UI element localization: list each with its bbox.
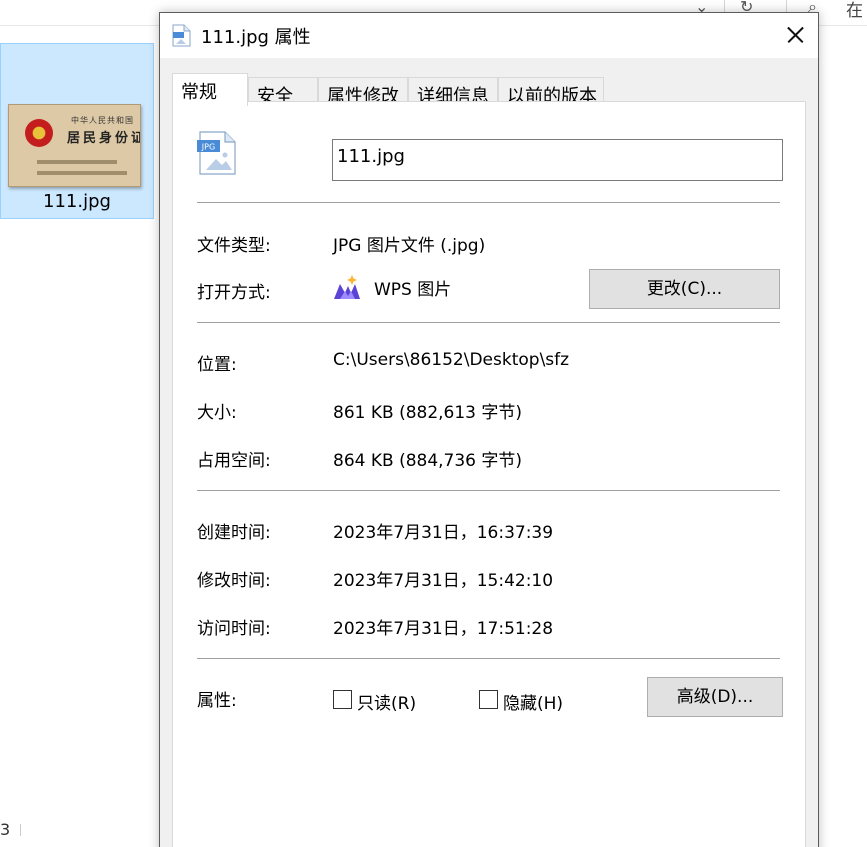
divider [197, 490, 780, 491]
hidden-checkbox[interactable] [479, 690, 498, 709]
created-label: 创建时间: [197, 523, 271, 543]
divider [197, 202, 780, 203]
file-name-input[interactable]: 111.jpg [332, 139, 783, 181]
hidden-checkbox-label[interactable]: 隐藏(H) [503, 689, 563, 714]
open-with-value: WPS 图片 [374, 280, 452, 300]
status-bar-text: 3 [0, 820, 11, 839]
size-on-disk-value: 864 KB (884,736 字节) [333, 451, 523, 471]
dialog-title: 111.jpg 属性 [201, 27, 311, 48]
location-label: 位置: [197, 355, 237, 375]
general-tab-panel: JPG 111.jpg 文件类型: JPG 图片文件 (.jpg) 打开方式: … [172, 101, 806, 847]
status-bar-divider [20, 824, 21, 836]
readonly-checkbox-label[interactable]: 只读(R) [357, 689, 416, 714]
open-with-label: 打开方式: [197, 283, 271, 303]
size-on-disk-label: 占用空间: [197, 451, 271, 471]
location-value: C:\Users\86152\Desktop\sfz [333, 350, 570, 370]
divider [197, 658, 780, 659]
jpg-file-icon [172, 24, 191, 47]
accessed-label: 访问时间: [197, 619, 271, 639]
advanced-button[interactable]: 高级(D)... [647, 677, 783, 717]
emblem-icon [25, 119, 53, 147]
file-type-value: JPG 图片文件 (.jpg) [333, 236, 486, 256]
thumbnail-caption: 中华人民共和国 [71, 116, 134, 125]
attributes-label: 属性: [197, 691, 237, 711]
size-label: 大小: [197, 403, 237, 423]
id-card-thumbnail: 中华人民共和国 居民身份证 [8, 104, 141, 187]
file-name-label: 111.jpg [43, 191, 111, 212]
modified-label: 修改时间: [197, 571, 271, 591]
file-type-label: 文件类型: [197, 236, 271, 256]
tab-general[interactable]: 常规 [172, 73, 248, 106]
created-value: 2023年7月31日，16:37:39 [333, 523, 554, 543]
screen: ⌄ ↻ ⌕ 在 中华人民共和国 居民身份证 111.jpg 3 111.jpg … [0, 0, 867, 847]
accessed-value: 2023年7月31日，17:51:28 [333, 619, 554, 639]
properties-dialog: 111.jpg 属性 常规 安全 属性修改 详细信息 以前的版本 JPG 111… [159, 12, 819, 847]
close-button[interactable] [770, 13, 818, 58]
file-item-selected[interactable]: 中华人民共和国 居民身份证 111.jpg [0, 43, 154, 219]
jpg-file-large-icon: JPG [197, 131, 236, 175]
readonly-checkbox[interactable] [333, 690, 352, 709]
wps-image-app-icon [334, 275, 360, 299]
jpg-badge-text: JPG [201, 143, 215, 152]
change-button[interactable]: 更改(C)... [589, 269, 780, 309]
thumbnail-text-bar [37, 160, 117, 164]
size-value: 861 KB (882,613 字节) [333, 403, 523, 423]
search-box-placeholder[interactable]: 在 [846, 0, 863, 21]
thumbnail-text-bar [37, 171, 127, 175]
thumbnail-title: 居民身份证 [67, 131, 141, 146]
dialog-titlebar[interactable]: 111.jpg 属性 [160, 13, 818, 58]
modified-value: 2023年7月31日，15:42:10 [333, 571, 554, 591]
divider [197, 322, 780, 323]
